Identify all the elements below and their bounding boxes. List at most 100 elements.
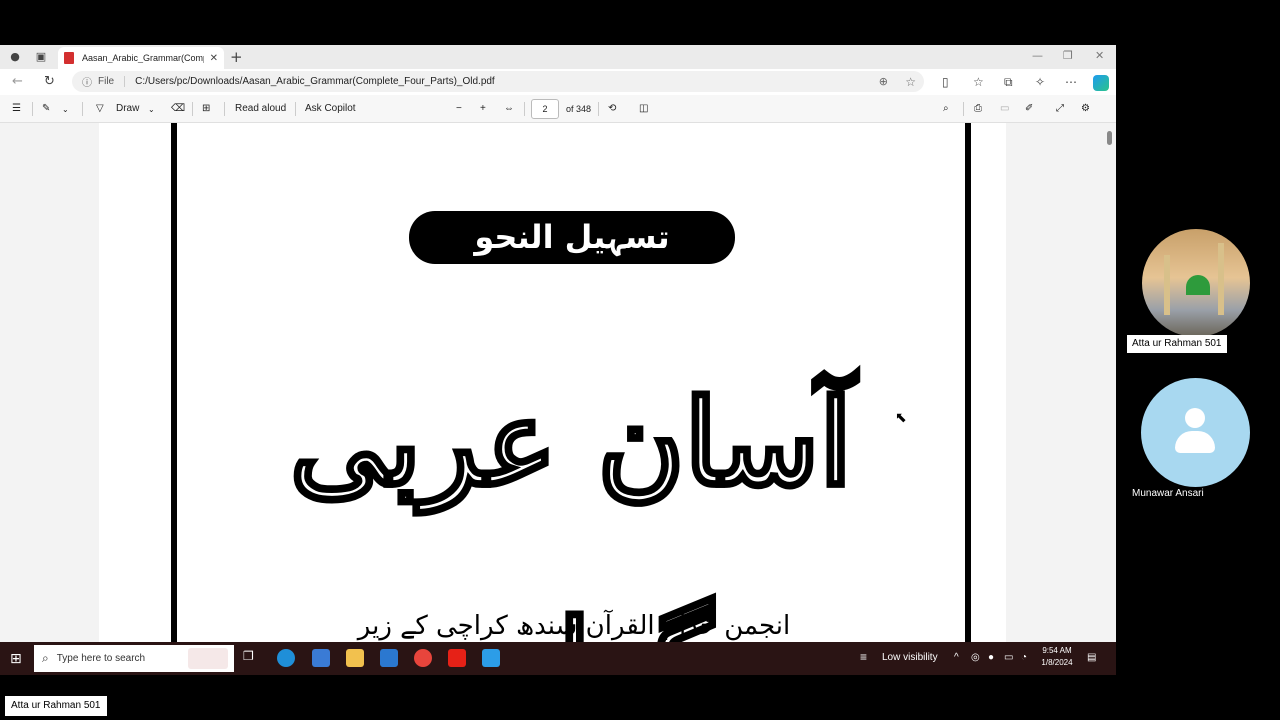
search-placeholder: Type here to search [56,653,146,664]
tab-title: Aasan_Arabic_Grammar(Complete_Four_Parts… [81,53,204,63]
search-highlight-art [188,648,228,669]
page-total: of 348 [566,104,592,114]
participant-avatar-mosque[interactable] [1142,229,1250,337]
store-icon[interactable] [312,649,330,667]
draw-icon[interactable]: ▽ [96,103,104,114]
zoom-in-icon[interactable]: + [480,103,486,114]
active-speaker-name: Atta ur Rahman 501 [5,696,107,716]
address-bar[interactable]: ⓘ File C:/Users/pc/Downloads/Aasan_Arabi… [72,71,924,92]
print-icon[interactable]: ⎙ [974,103,982,114]
page-view-icon[interactable]: ◫ [639,103,648,114]
reading-view-icon[interactable]: ▯ [942,75,949,89]
mail-icon[interactable] [380,649,398,667]
save-icon[interactable]: ▭ [1000,103,1009,114]
file-explorer-icon[interactable] [346,649,364,667]
minaret-left [1164,255,1170,315]
minaret-right [1218,243,1224,315]
address-scheme: File [98,76,126,87]
pdf-file-icon [64,52,74,64]
refresh-icon[interactable]: ↻ [44,74,55,89]
meet-now-icon[interactable]: ◎ [971,652,980,663]
task-view-icon[interactable]: ❐ [243,649,261,667]
settings-gear-icon[interactable]: ⚙ [1081,103,1090,114]
ask-copilot-button[interactable]: Ask Copilot [305,103,356,114]
participant-name: Atta ur Rahman 501 [1127,335,1227,353]
text-box-icon[interactable]: ⊞ [202,103,210,114]
book-title: آسان عربی گرامر [288,371,856,642]
contents-icon[interactable]: ☰ [12,103,21,114]
battery-icon[interactable]: ▭ [1004,652,1013,663]
pdf-page: تسہیل النحو والصرف آسان عربی گرامر انجمن… [99,123,1006,642]
close-window-icon[interactable]: ✕ [1095,49,1104,62]
vertical-scrollbar[interactable] [1103,123,1116,642]
draw-dropdown-icon[interactable]: ⌄ [148,105,155,114]
avatar-body [1175,431,1215,453]
fit-page-icon[interactable]: ⇔ [504,103,514,114]
page-frame-left [171,123,177,642]
minimize-icon[interactable]: — [1032,49,1043,62]
search-icon: ⌕ [42,651,49,665]
pdf-toolbar: ☰ ✎ ⌄ ▽ Draw ⌄ ⌫ ⊞ Read aloud Ask Copilo… [0,95,1116,123]
tray-expand-icon[interactable]: ^ [954,652,959,663]
zoom-out-icon[interactable]: − [456,103,462,114]
new-tab-icon[interactable]: + [230,48,243,66]
collections-icon[interactable]: ⧉ [1004,75,1013,90]
eraser-icon[interactable]: ⌫ [171,103,185,114]
highlight-icon[interactable]: ✎ [42,103,50,114]
wifi-icon[interactable]: ◔ [1021,652,1027,663]
divider [598,102,599,116]
draw-button[interactable]: Draw [116,103,139,114]
favorite-star-icon[interactable]: ☆ [905,75,916,89]
scrollbar-thumb[interactable] [1107,131,1112,145]
clock[interactable]: 9:54 AM 1/8/2024 [1038,645,1076,669]
avatar-head [1185,408,1205,428]
youtube-icon[interactable] [448,649,466,667]
rotate-icon[interactable]: ⟲ [608,103,616,114]
clock-date: 1/8/2024 [1041,658,1073,667]
tab-actions-icon[interactable]: ▣ [32,49,50,65]
address-row: ← ↻ ⓘ File C:/Users/pc/Downloads/Aasan_A… [0,69,1116,95]
pdf-viewer[interactable]: تسہیل النحو والصرف آسان عربی گرامر انجمن… [0,123,1116,642]
tab-pdf[interactable]: Aasan_Arabic_Grammar(Complete_Four_Parts… [58,47,224,69]
zoom-icon[interactable]: ⊕ [879,75,888,88]
tab-strip: ● ▣ Aasan_Arabic_Grammar(Complete_Four_P… [0,45,1116,69]
edge-icon[interactable] [277,649,295,667]
taskbar: ⊞ ⌕ Type here to search ❐ ≡ Low visibili… [0,642,1116,675]
extensions-icon[interactable]: ✧ [1035,75,1045,89]
weather-icon[interactable]: ≡ [860,650,867,664]
participant-avatar-default[interactable] [1141,378,1250,487]
favorites-icon[interactable]: ☆ [973,75,984,89]
divider [82,102,83,116]
maximize-icon[interactable]: ❐ [1063,49,1073,62]
taskbar-search[interactable]: ⌕ Type here to search [34,645,234,672]
divider [963,102,964,116]
find-icon[interactable]: ⌕ [943,103,949,114]
divider [192,102,193,116]
skype-icon[interactable] [482,649,500,667]
highlight-dropdown-icon[interactable]: ⌄ [62,105,69,114]
address-url: C:/Users/pc/Downloads/Aasan_Arabic_Gramm… [135,76,495,87]
more-menu-icon[interactable]: ⋯ [1065,75,1077,89]
microphone-icon[interactable]: ● [988,652,994,663]
clock-time: 9:54 AM [1042,646,1072,655]
full-screen-icon[interactable]: ⤢ [1056,103,1064,114]
divider [524,102,525,116]
low-visibility-label[interactable]: Low visibility [882,652,938,663]
publisher-line: انجمن خدام القرآن سندھ کراچی کے زیر اہتم… [357,611,791,642]
participant-name: Munawar Ansari [1132,488,1204,499]
save-as-icon[interactable]: ✐ [1025,103,1033,114]
read-aloud-button[interactable]: Read aloud [235,103,286,114]
profile-icon[interactable]: ● [6,49,24,65]
chrome-icon[interactable] [414,649,432,667]
page-number-input[interactable]: 2 [531,99,559,119]
back-icon[interactable]: ← [12,74,23,89]
windows-start-icon[interactable]: ⊞ [10,651,22,667]
info-icon[interactable]: ⓘ [82,74,92,89]
notifications-icon[interactable]: ▤ [1087,652,1096,663]
copilot-icon[interactable] [1093,75,1109,91]
page-frame-right [965,123,971,642]
divider [295,102,296,116]
divider [224,102,225,116]
close-tab-icon[interactable]: ✕ [210,53,218,64]
screen-share: ● ▣ Aasan_Arabic_Grammar(Complete_Four_P… [0,45,1116,675]
